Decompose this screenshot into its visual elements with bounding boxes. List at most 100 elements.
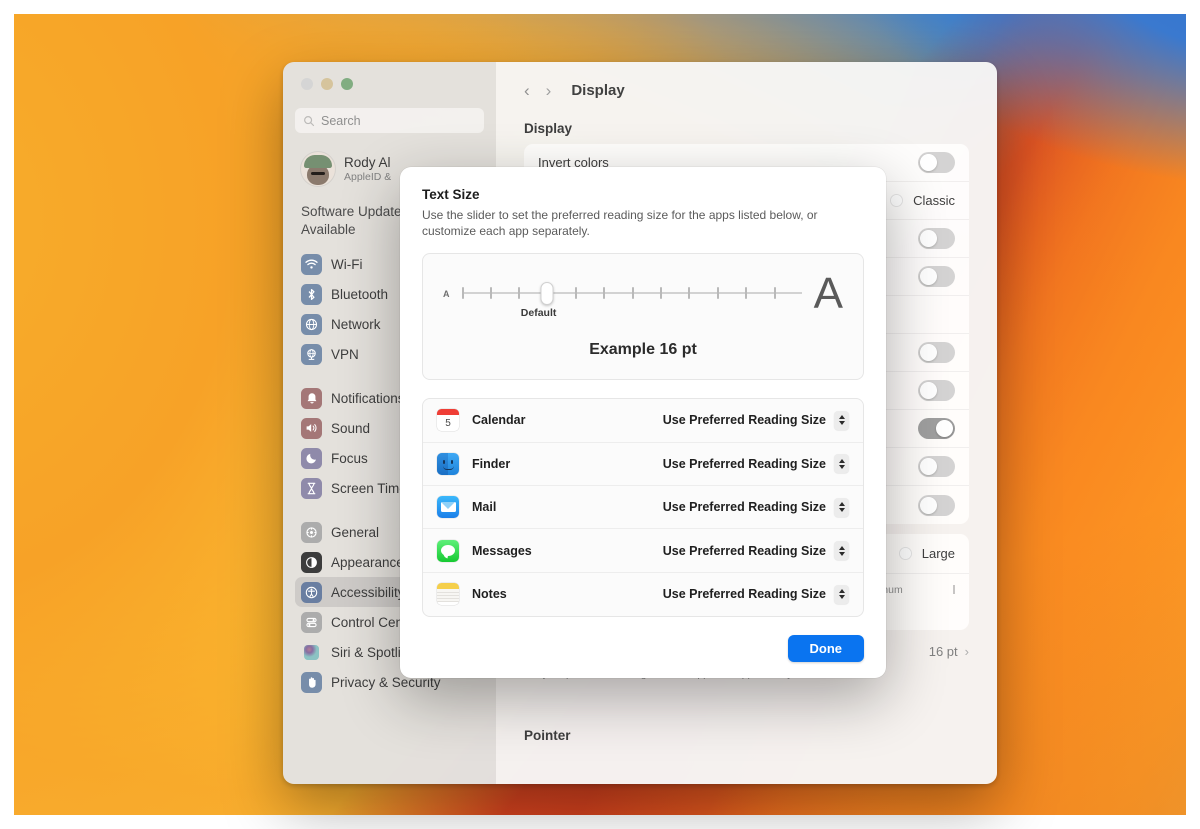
sidebar-item-label: Wi-Fi <box>331 256 363 272</box>
app-reading-size-value: Use Preferred Reading Size <box>662 413 826 428</box>
traffic-lights[interactable] <box>293 62 486 90</box>
search-icon <box>304 115 315 126</box>
close-button[interactable] <box>301 78 313 90</box>
setting-toggle[interactable] <box>918 494 955 516</box>
app-row[interactable]: 5 Calendar Use Preferred Reading Size <box>423 399 863 443</box>
slider-tick <box>745 286 748 299</box>
text-size-slider[interactable]: Default <box>461 277 802 319</box>
reading-size-stepper[interactable] <box>834 454 849 474</box>
slider-tick <box>716 286 719 299</box>
large-radio-row[interactable]: Large <box>898 546 955 561</box>
sidebar-item-label: Focus <box>331 450 368 466</box>
finder-icon <box>437 452 459 475</box>
dialog-description: Use the slider to set the preferred read… <box>422 208 818 238</box>
slider-tick <box>574 286 577 299</box>
setting-toggle[interactable] <box>918 342 955 363</box>
dialog-title: Text Size <box>422 187 480 202</box>
text-size-value: 16 pt <box>928 644 958 659</box>
setting-toggle[interactable] <box>918 380 955 401</box>
slider-card[interactable]: A Default A Example 16 pt <box>422 253 864 381</box>
slider-tick <box>631 286 634 299</box>
slider-tick <box>773 286 776 299</box>
account-name: Rody Al <box>344 155 391 170</box>
radio-button[interactable] <box>898 547 912 560</box>
size-large-label: Large <box>921 546 955 561</box>
reading-size-stepper[interactable] <box>834 584 849 604</box>
app-list[interactable]: 5 Calendar Use Preferred Reading Size Finde… <box>422 398 864 618</box>
screenshot-root: Search Rody Al AppleID & Software Update… <box>0 0 1200 829</box>
app-name: Notes <box>472 587 507 602</box>
section-heading-display: Display <box>524 121 573 136</box>
radio-button[interactable] <box>890 194 904 207</box>
vpn-globe-icon <box>301 343 322 365</box>
slider-row[interactable]: A Default A <box>443 269 843 319</box>
sidebar-item-label: Accessibility <box>331 584 405 600</box>
slider-thumb[interactable] <box>540 281 554 305</box>
mail-icon <box>437 496 459 519</box>
slider-tick <box>461 286 464 299</box>
calendar-icon: 5 <box>437 409 459 432</box>
zoom-button[interactable] <box>341 78 353 90</box>
sidebar-item-label: Network <box>331 316 381 332</box>
slider-tick <box>660 286 663 299</box>
app-name: Mail <box>472 500 497 515</box>
avatar <box>301 152 335 186</box>
app-row[interactable]: Finder Use Preferred Reading Size <box>423 443 863 486</box>
app-row[interactable]: Messages Use Preferred Reading Size <box>423 529 863 573</box>
sidebar-item-label: Sound <box>331 420 371 436</box>
slider-tick <box>518 286 521 299</box>
minimize-button[interactable] <box>321 78 333 90</box>
sidebar-item-label: General <box>331 524 380 540</box>
messages-icon <box>437 539 459 562</box>
text-size-value-row[interactable]: 16 pt › <box>929 644 969 659</box>
text-size-dialog[interactable]: Text Size Use the slider to set the pref… <box>400 167 886 678</box>
pointer-heading: Pointer <box>524 728 571 743</box>
sidebar-item-label: VPN <box>331 346 359 362</box>
speaker-icon <box>301 417 322 439</box>
large-a-label: A <box>813 269 843 318</box>
reading-size-stepper[interactable] <box>834 497 849 517</box>
sidebar-item-label: Bluetooth <box>331 286 389 302</box>
app-row[interactable]: Mail Use Preferred Reading Size <box>423 486 863 530</box>
reading-size-stepper[interactable] <box>834 410 849 430</box>
sidebar-item-label: Appearance <box>331 554 404 570</box>
dialog-footer: Done <box>422 621 864 662</box>
bell-icon <box>301 387 322 409</box>
example-preview-text: Example 16 pt <box>589 341 697 359</box>
reading-size-stepper[interactable] <box>834 541 849 561</box>
control-center-icon <box>301 611 322 633</box>
chevron-right-icon: › <box>964 644 969 659</box>
back-button[interactable]: ‹ <box>524 82 530 99</box>
page-title: Display <box>571 82 625 99</box>
siri-icon <box>301 642 322 663</box>
setting-toggle[interactable] <box>918 266 955 287</box>
setting-toggle-on[interactable] <box>918 418 955 439</box>
content-toolbar[interactable]: ‹ › Display <box>496 62 997 99</box>
app-name: Messages <box>472 543 532 558</box>
app-reading-size-value: Use Preferred Reading Size <box>662 543 826 558</box>
forward-button[interactable]: › <box>546 82 552 99</box>
setting-toggle[interactable] <box>918 228 955 249</box>
privacy-hand-icon <box>301 671 322 693</box>
classic-label: Classic <box>913 193 955 208</box>
bluetooth-icon <box>301 283 322 305</box>
app-name: Finder <box>472 456 511 471</box>
app-row[interactable]: Notes Use Preferred Reading Size <box>423 573 863 616</box>
search-placeholder: Search <box>321 113 361 128</box>
app-name: Calendar <box>472 413 526 428</box>
account-subtitle: AppleID & <box>344 171 392 183</box>
sidebar-item-label: Screen Time <box>331 480 407 496</box>
done-button[interactable]: Done <box>787 635 864 662</box>
classic-radio-row[interactable]: Classic <box>890 193 955 208</box>
slider-default-label: Default <box>520 306 557 319</box>
notes-icon <box>437 583 459 606</box>
appearance-icon <box>301 551 322 573</box>
app-reading-size-value: Use Preferred Reading Size <box>662 500 826 515</box>
wifi-icon <box>301 253 322 275</box>
setting-toggle[interactable] <box>918 456 955 477</box>
invert-colors-toggle[interactable] <box>918 152 955 173</box>
app-reading-size-value: Use Preferred Reading Size <box>662 587 826 602</box>
gear-icon <box>301 521 322 543</box>
hourglass-icon <box>301 477 322 499</box>
search-input[interactable]: Search <box>295 108 484 133</box>
